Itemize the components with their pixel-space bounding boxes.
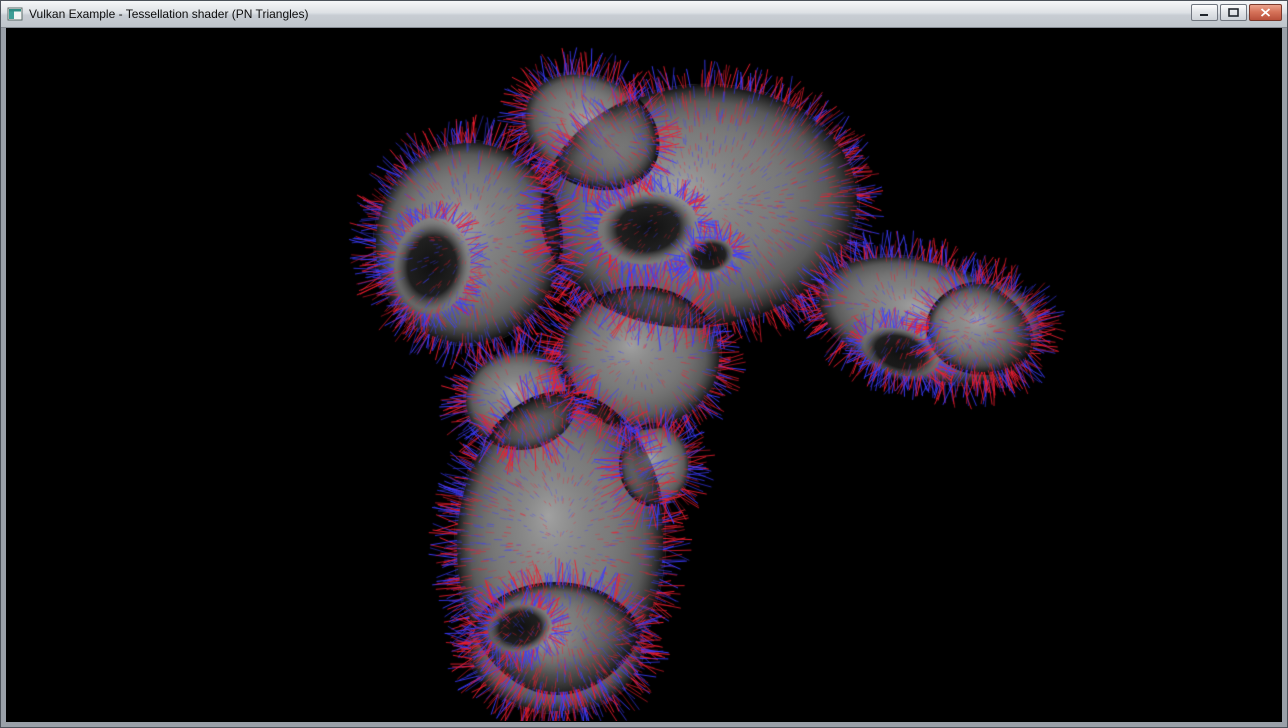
window-controls: [1191, 4, 1282, 21]
app-window: Vulkan Example - Tessellation shader (PN…: [0, 0, 1288, 728]
maximize-button[interactable]: [1220, 4, 1247, 21]
render-client-area: [1, 28, 1287, 727]
close-button[interactable]: [1249, 4, 1282, 21]
viewport-canvas[interactable]: [6, 28, 1282, 721]
vulkan-app-icon[interactable]: [7, 6, 23, 22]
window-title: Vulkan Example - Tessellation shader (PN…: [29, 7, 308, 21]
titlebar[interactable]: Vulkan Example - Tessellation shader (PN…: [1, 1, 1287, 28]
minimize-button[interactable]: [1191, 4, 1218, 21]
